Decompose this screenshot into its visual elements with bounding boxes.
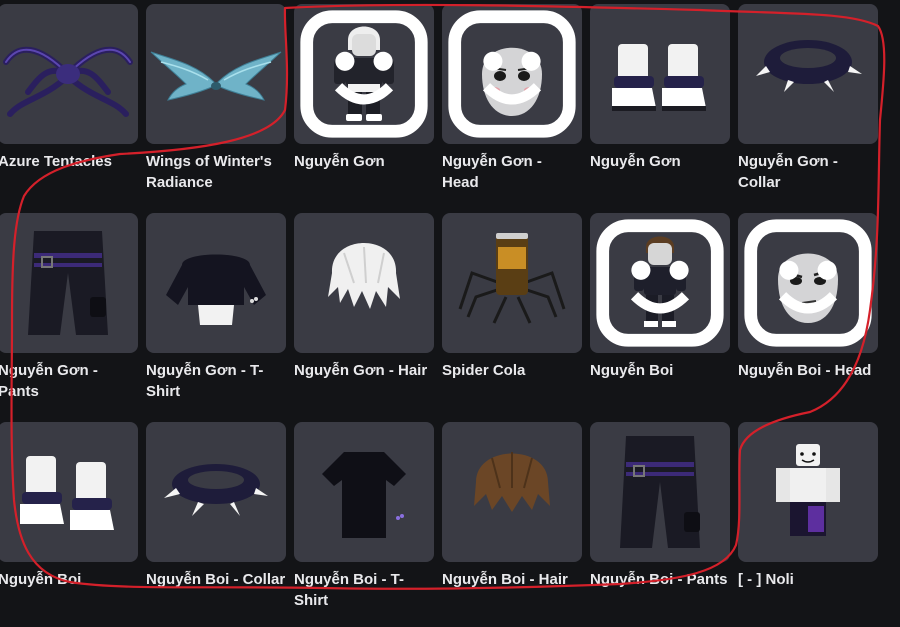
item-name[interactable]: Nguyễn Gơn - Pants	[0, 360, 138, 402]
item-card-nguyen-gon-tshirt[interactable]: Nguyễn Gơn - T-Shirt	[146, 213, 286, 418]
item-card-nguyen-boi-hair[interactable]: Nguyễn Boi - Hair	[442, 422, 582, 627]
avatar-badge-icon	[744, 219, 872, 347]
item-card-wings[interactable]: Wings of Winter's Radiance	[146, 4, 286, 209]
item-thumbnail[interactable]	[0, 4, 138, 144]
item-thumbnail[interactable]	[590, 422, 730, 562]
hair-icon	[328, 243, 400, 309]
item-thumbnail[interactable]	[738, 422, 878, 562]
item-card-nguyen-gon-hair[interactable]: Nguyễn Gơn - Hair	[294, 213, 434, 418]
item-thumbnail[interactable]	[294, 422, 434, 562]
tshirt-icon	[322, 452, 406, 538]
boots-icon	[20, 456, 114, 530]
item-card-noli[interactable]: [ - ] Noli	[738, 422, 878, 627]
item-name[interactable]: Nguyễn Gơn - Hair	[294, 360, 434, 381]
tentacles-icon	[3, 46, 133, 117]
item-name[interactable]: Nguyễn Gơn - Head	[442, 151, 582, 193]
item-card-nguyen-boi-head[interactable]: Nguyễn Boi - Head	[738, 213, 878, 418]
wings-icon	[150, 51, 282, 101]
avatar-figure-icon	[776, 444, 840, 536]
item-name[interactable]: Nguyễn Boi - T-Shirt	[294, 569, 434, 611]
avatar-badge-icon	[300, 10, 428, 138]
item-name[interactable]: Nguyễn Boi - Hair	[442, 569, 582, 590]
item-name[interactable]: Nguyễn Gơn - T-Shirt	[146, 360, 286, 402]
item-card-nguyen-gon-head[interactable]: Nguyễn Gơn - Head	[442, 4, 582, 209]
spider-cola-icon	[458, 233, 566, 324]
item-name[interactable]: Nguyễn Boi - Pants	[590, 569, 730, 590]
item-thumbnail[interactable]	[0, 422, 138, 562]
item-name[interactable]: Spider Cola	[442, 360, 582, 381]
boots-icon	[612, 44, 706, 111]
item-thumbnail[interactable]	[294, 213, 434, 353]
item-card-nguyen-boi-tshirt[interactable]: Nguyễn Boi - T-Shirt	[294, 422, 434, 627]
pants-icon	[620, 436, 700, 548]
avatar-item-grid: Azure Tentacles Wings of Winter's Radian…	[0, 4, 878, 627]
item-thumbnail[interactable]	[590, 4, 730, 144]
collar-icon	[756, 40, 862, 92]
item-thumbnail[interactable]	[738, 4, 878, 144]
item-thumbnail[interactable]	[442, 422, 582, 562]
item-thumbnail[interactable]	[146, 213, 286, 353]
item-card-nguyen-gon-boots[interactable]: Nguyễn Gơn	[590, 4, 730, 209]
item-thumbnail[interactable]	[146, 4, 286, 144]
item-card-nguyen-gon-pants[interactable]: Nguyễn Gơn - Pants	[0, 213, 138, 418]
item-thumbnail[interactable]	[294, 4, 434, 144]
item-card-azure-tentacles[interactable]: Azure Tentacles	[0, 4, 138, 209]
item-name[interactable]: Azure Tentacles	[0, 151, 138, 172]
item-card-nguyen-boi-pants[interactable]: Nguyễn Boi - Pants	[590, 422, 730, 627]
pants-icon	[28, 231, 108, 335]
item-name[interactable]: Wings of Winter's Radiance	[146, 151, 286, 193]
item-card-nguyen-gon-outfit[interactable]: Nguyễn Gơn	[294, 4, 434, 209]
item-name[interactable]: Nguyễn Gơn - Collar	[738, 151, 878, 193]
item-name[interactable]: Nguyễn Boi - Collar	[146, 569, 286, 590]
item-card-nguyen-boi-boots[interactable]: Nguyễn Boi	[0, 422, 138, 627]
avatar-badge-icon	[596, 219, 724, 347]
item-thumbnail[interactable]	[738, 213, 878, 353]
item-name[interactable]: Nguyễn Boi	[590, 360, 730, 381]
item-card-nguyen-boi-collar[interactable]: Nguyễn Boi - Collar	[146, 422, 286, 627]
item-thumbnail[interactable]	[442, 4, 582, 144]
item-thumbnail[interactable]	[0, 213, 138, 353]
item-name[interactable]: Nguyễn Boi	[0, 569, 138, 590]
item-name[interactable]: Nguyễn Gơn	[590, 151, 730, 172]
avatar-badge-icon	[448, 10, 576, 138]
item-card-nguyen-gon-collar[interactable]: Nguyễn Gơn - Collar	[738, 4, 878, 209]
item-name[interactable]: Nguyễn Gơn	[294, 151, 434, 172]
item-card-spider-cola[interactable]: Spider Cola	[442, 213, 582, 418]
item-thumbnail[interactable]	[442, 213, 582, 353]
item-thumbnail[interactable]	[590, 213, 730, 353]
item-thumbnail[interactable]	[146, 422, 286, 562]
item-name[interactable]: Nguyễn Boi - Head	[738, 360, 878, 381]
collar-icon	[164, 464, 268, 516]
item-name[interactable]: [ - ] Noli	[738, 569, 878, 590]
hair-icon	[474, 452, 550, 512]
item-card-nguyen-boi-outfit[interactable]: Nguyễn Boi	[590, 213, 730, 418]
tshirt-icon	[166, 254, 266, 325]
